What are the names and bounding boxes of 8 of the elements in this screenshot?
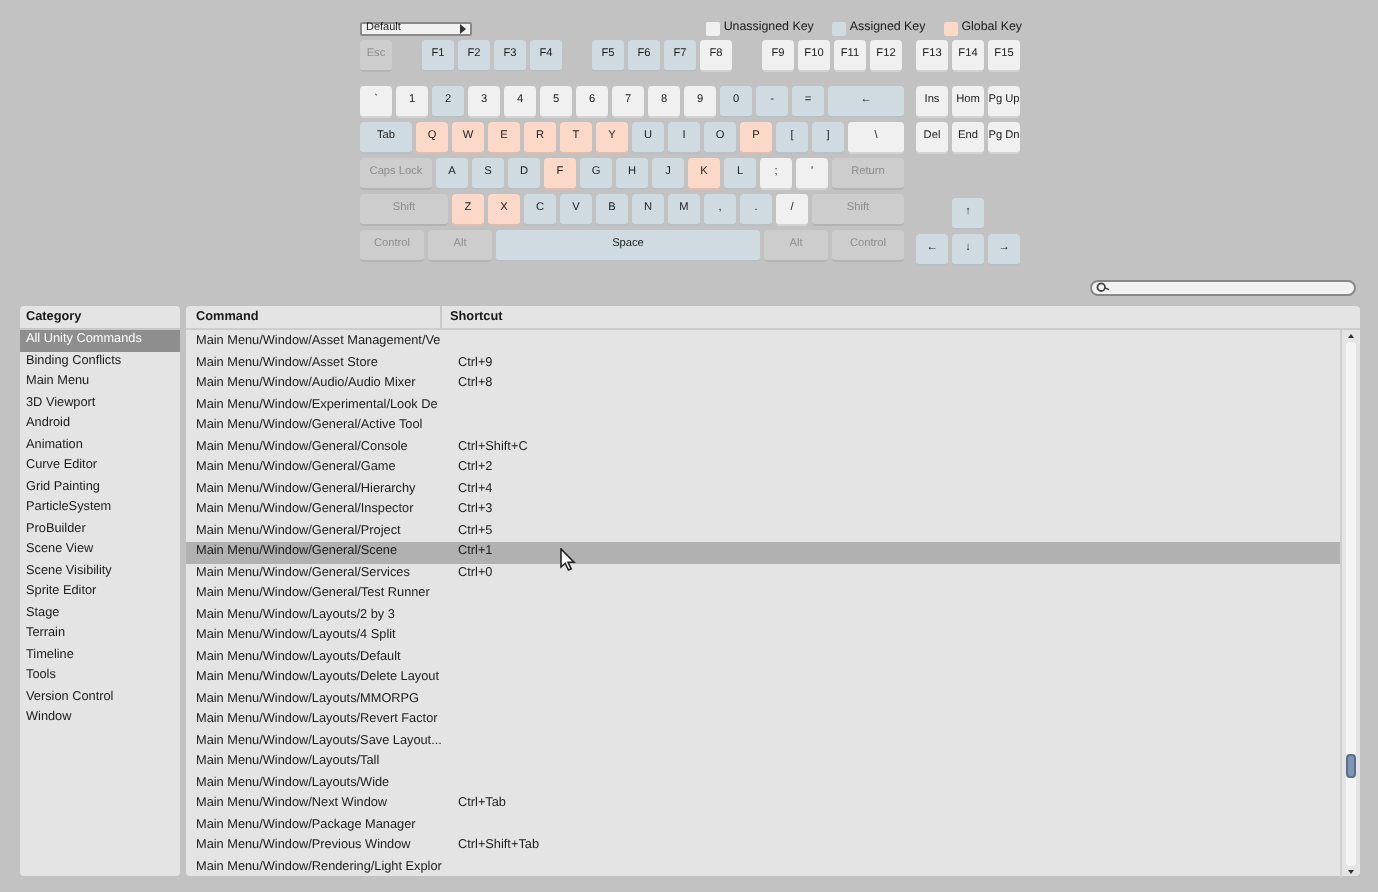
scroll-down-icon: [1343, 866, 1357, 878]
search-field[interactable]: [1090, 280, 1356, 296]
scrollbar-thumb[interactable]: [1345, 754, 1355, 778]
dropdown-arrow-icon: [460, 23, 466, 33]
scrollbar[interactable]: [1340, 330, 1358, 878]
scroll-up-icon: [1343, 330, 1357, 342]
mouse-pointer-icon: [560, 548, 576, 572]
search-icon: [1096, 282, 1110, 294]
